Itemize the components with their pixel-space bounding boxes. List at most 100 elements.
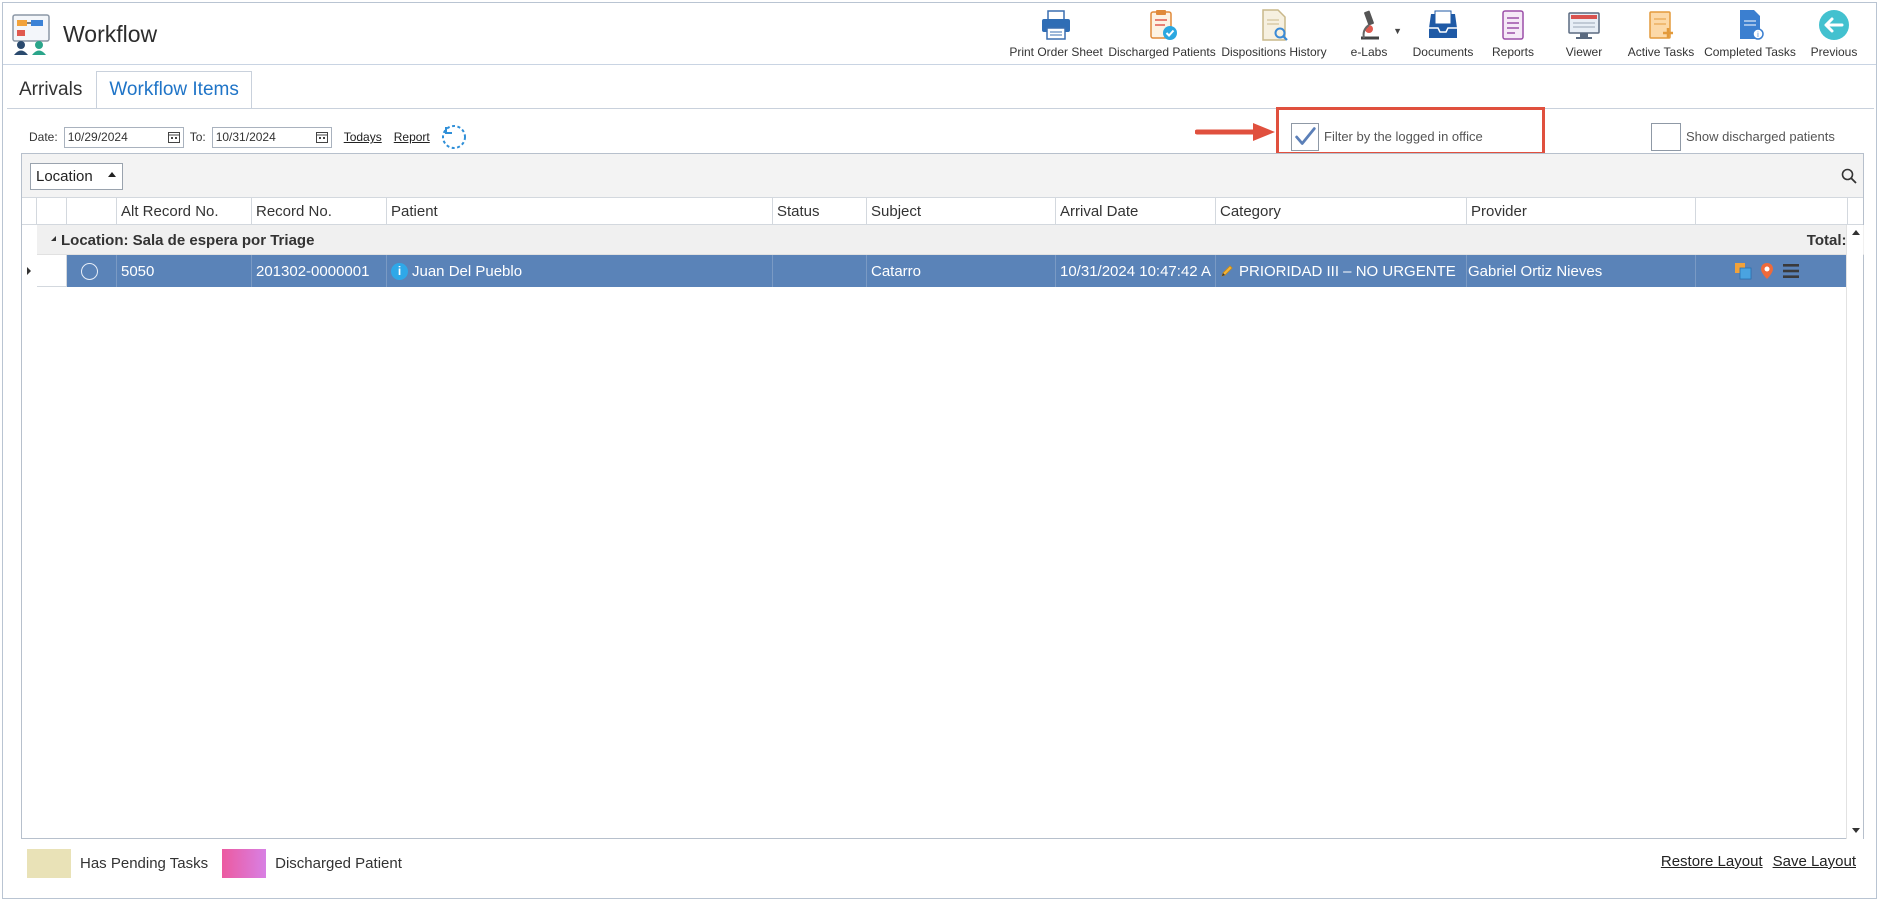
inbox-tray-icon: [1429, 10, 1457, 38]
reports-button[interactable]: Reports: [1478, 6, 1548, 62]
pencil-icon: [1221, 265, 1233, 277]
column-header-subject[interactable]: Subject: [867, 198, 1056, 225]
sort-ascending-icon[interactable]: [108, 172, 116, 177]
cell-provider[interactable]: Gabriel Ortiz Nieves: [1467, 255, 1696, 287]
date-label: Date:: [29, 130, 58, 144]
column-header-blank: [37, 198, 67, 225]
annotation-arrow-icon: [1195, 123, 1275, 141]
group-label: Location: Sala de espera por Triage: [61, 232, 315, 249]
cell-arrival-date[interactable]: 10/31/2024 10:47:42 A: [1056, 255, 1216, 287]
elabs-dropdown-icon[interactable]: ▼: [1393, 26, 1402, 36]
date-to-value: 10/31/2024: [215, 130, 276, 144]
cell-record[interactable]: 201302-0000001: [252, 255, 387, 287]
app-header: Workflow Print Order Sheet Discharged Pa…: [3, 3, 1876, 65]
date-from-value: 10/29/2024: [67, 130, 128, 144]
pending-tasks-label: Has Pending Tasks: [80, 854, 209, 872]
app-title: Workflow: [63, 21, 158, 47]
show-discharged-checkbox[interactable]: [1651, 123, 1681, 151]
cell-status[interactable]: [773, 255, 867, 287]
location-pin-icon[interactable]: [1758, 262, 1776, 280]
row-group-indent: [37, 255, 67, 287]
report-list-icon: [1502, 10, 1524, 40]
column-header-status[interactable]: Status: [773, 198, 867, 225]
column-header-arrival-date[interactable]: Arrival Date: [1056, 198, 1216, 225]
calendar-icon[interactable]: [315, 131, 328, 143]
documents-button[interactable]: Documents: [1408, 6, 1478, 62]
search-icon[interactable]: [1841, 168, 1857, 184]
cell-actions: [1696, 255, 1848, 287]
pending-tasks-swatch: [27, 848, 71, 878]
completed-tasks-button[interactable]: i Completed Tasks: [1702, 6, 1798, 62]
row-indicator: [22, 255, 37, 287]
current-row-icon: [27, 267, 31, 275]
elabs-button[interactable]: e-Labs ▼: [1330, 6, 1408, 62]
date-to-input[interactable]: 10/31/2024: [211, 126, 332, 148]
tab-arrivals[interactable]: Arrivals: [7, 71, 94, 109]
workflow-logo-icon: [12, 14, 50, 55]
column-header-record[interactable]: Record No.: [252, 198, 387, 225]
date-from-input[interactable]: 10/29/2024: [63, 126, 184, 148]
active-tasks-button[interactable]: Active Tasks: [1620, 6, 1702, 62]
copy-squares-icon[interactable]: [1734, 262, 1752, 280]
info-icon[interactable]: i: [391, 262, 408, 280]
group-row-location[interactable]: Location: Sala de espera por Triage Tota…: [37, 225, 1864, 255]
column-header-row: Alt Record No. Record No. Patient Status…: [22, 198, 1863, 225]
tasks-add-icon: [1649, 11, 1673, 39]
cell-radio[interactable]: [67, 255, 117, 287]
group-by-panel: Location: [22, 154, 1863, 198]
to-label: To:: [189, 130, 206, 144]
column-header-radio: [67, 198, 117, 225]
table-row[interactable]: 5050 201302-0000001 i Juan Del Pueblo Ca…: [22, 255, 1848, 287]
column-header-alt-record[interactable]: Alt Record No.: [117, 198, 252, 225]
radio-circle-icon[interactable]: [81, 262, 98, 280]
viewer-button[interactable]: Viewer: [1548, 6, 1620, 62]
scroll-up-icon[interactable]: [1852, 230, 1860, 235]
tab-workflow-items[interactable]: Workflow Items: [96, 71, 252, 109]
discharged-patients-button[interactable]: Discharged Patients: [1106, 6, 1218, 62]
dispositions-history-button[interactable]: Dispositions History: [1218, 6, 1330, 62]
restore-layout-link[interactable]: Restore Layout: [1661, 853, 1763, 870]
monitor-icon: [1568, 12, 1600, 39]
vertical-scrollbar[interactable]: [1846, 225, 1863, 839]
column-header-patient[interactable]: Patient: [387, 198, 773, 225]
print-order-sheet-button[interactable]: Print Order Sheet: [1006, 6, 1106, 62]
save-layout-link[interactable]: Save Layout: [1773, 853, 1856, 870]
calendar-icon[interactable]: [167, 131, 180, 143]
collapse-group-icon[interactable]: [51, 236, 56, 241]
back-arrow-icon: [1819, 10, 1849, 40]
previous-button[interactable]: Previous: [1798, 6, 1870, 62]
group-by-location-chip[interactable]: Location: [30, 163, 123, 190]
layout-links: Restore Layout Save Layout: [1661, 853, 1856, 870]
document-search-icon: [1262, 9, 1288, 41]
tab-divider: [7, 108, 1874, 109]
refresh-icon[interactable]: [440, 123, 468, 151]
workflow-window: Workflow Print Order Sheet Discharged Pa…: [2, 2, 1877, 899]
cell-subject[interactable]: Catarro: [867, 255, 1056, 287]
column-header-actions: [1696, 198, 1848, 225]
column-header-provider[interactable]: Provider: [1467, 198, 1696, 225]
scroll-down-icon[interactable]: [1852, 828, 1860, 833]
report-link[interactable]: Report: [394, 130, 430, 144]
patient-name: Juan Del Pueblo: [412, 262, 523, 280]
discharged-patient-swatch: [222, 848, 267, 878]
category-text: PRIORIDAD III – NO URGENTE: [1239, 262, 1456, 280]
tab-strip: Arrivals Workflow Items: [7, 71, 252, 109]
discharged-clipboard-icon: [1150, 10, 1177, 40]
show-discharged-label: Show discharged patients: [1686, 129, 1835, 144]
column-header-indicator: [22, 198, 37, 225]
menu-icon[interactable]: [1782, 262, 1800, 280]
checkmark-icon: [1295, 127, 1316, 145]
workflow-grid: Location Alt Record No. Record No. Patie…: [21, 153, 1864, 839]
filter-office-checkbox[interactable]: [1291, 123, 1319, 151]
discharged-patient-label: Discharged Patient: [275, 854, 402, 872]
cell-category[interactable]: PRIORIDAD III – NO URGENTE: [1216, 255, 1467, 287]
todays-link[interactable]: Todays: [344, 130, 382, 144]
date-filter-bar: Date: 10/29/2024 To: 10/31/2024 Todays R…: [29, 125, 468, 149]
cell-alt-record[interactable]: 5050: [117, 255, 252, 287]
column-header-category[interactable]: Category: [1216, 198, 1467, 225]
status-legend: Has Pending Tasks Discharged Patient: [27, 848, 402, 878]
cell-patient[interactable]: i Juan Del Pueblo: [387, 255, 773, 287]
filter-office-label: Filter by the logged in office: [1324, 129, 1483, 144]
group-by-label: Location: [36, 168, 93, 185]
completed-document-icon: i: [1740, 10, 1764, 40]
